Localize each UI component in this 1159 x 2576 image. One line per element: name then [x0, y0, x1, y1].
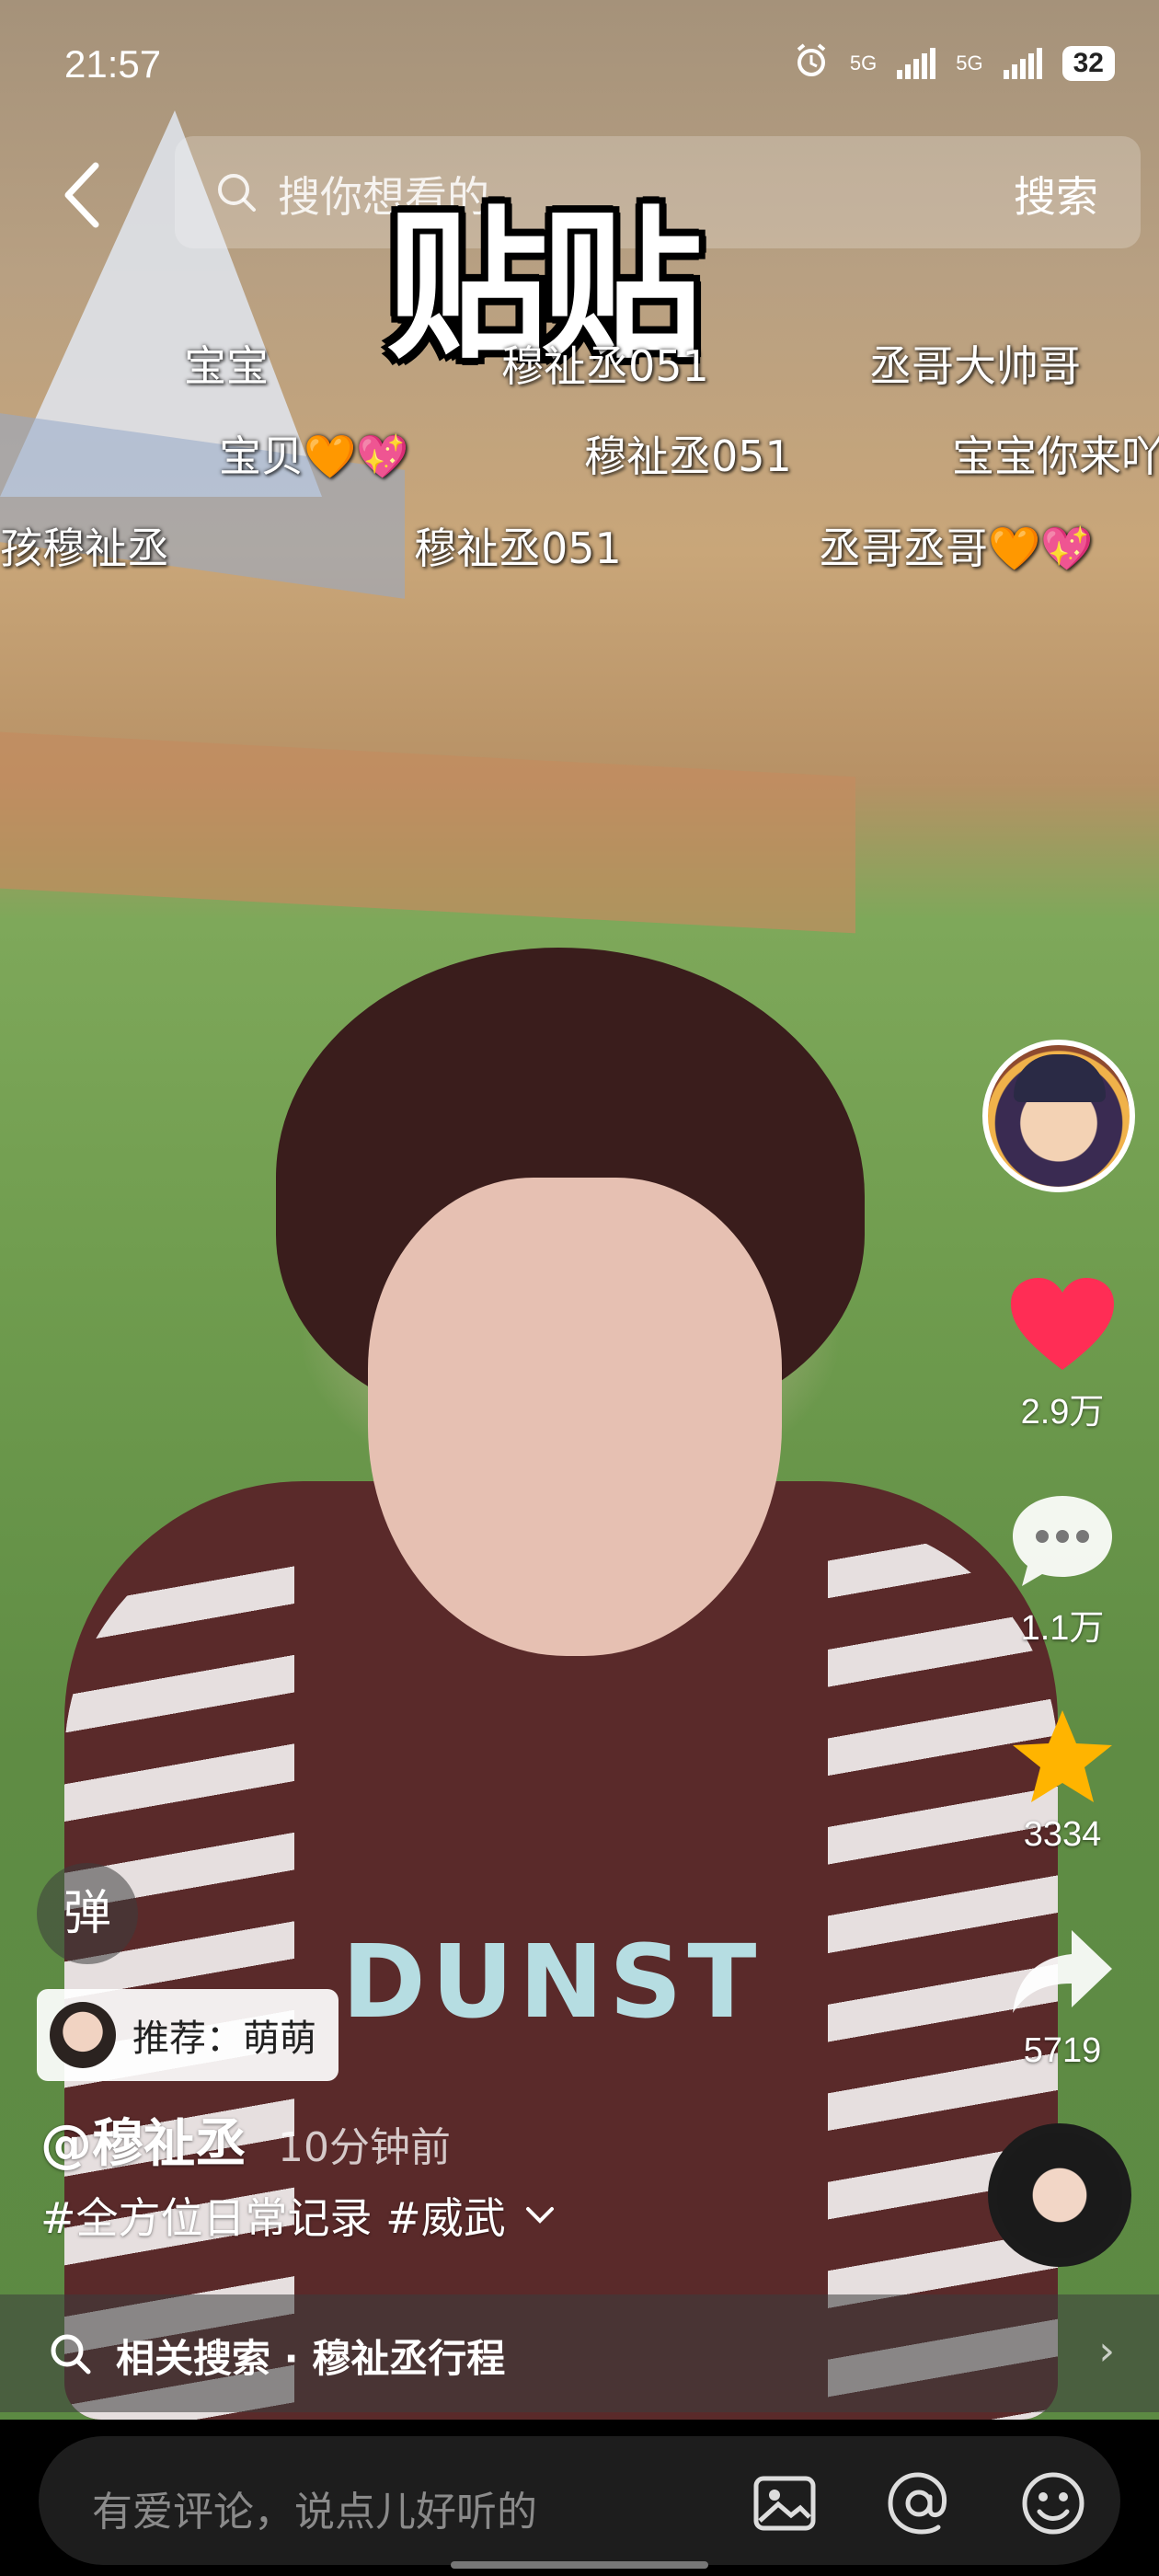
author-name-link[interactable]: @穆祉丞: [40, 2102, 247, 2177]
like-count: 2.9万: [1020, 1393, 1105, 1432]
like-button[interactable]: 2.9万: [993, 1274, 1131, 1433]
danmaku-comment: 丞哥丞哥🧡💖: [819, 523, 1094, 573]
status-icons: 5G 5G 32: [793, 42, 1115, 85]
comment-placeholder: 有爱评论，说点儿好听的: [92, 2489, 537, 2536]
related-search-bar[interactable]: 相关搜索 · 穆祉丞行程 ›: [0, 2294, 1159, 2412]
chevron-left-icon: [64, 162, 99, 228]
favorite-count: 3334: [1023, 1815, 1102, 1854]
caption-row[interactable]: #全方位日常记录 #威武: [40, 2185, 556, 2246]
comment-bubble-icon: [1013, 1496, 1112, 1586]
heart-icon: [1011, 1278, 1114, 1370]
danmaku-comment: 宝宝: [184, 341, 269, 391]
author-row: @穆祉丞 10分钟前: [40, 2102, 451, 2177]
search-icon: [218, 174, 256, 212]
caption-hashtags[interactable]: #全方位日常记录 #威武: [40, 2185, 506, 2246]
person-face: [368, 1178, 782, 1656]
network-label-2: 5G: [956, 52, 983, 75]
share-arrow-icon: [1013, 1930, 1112, 2013]
chevron-down-icon[interactable]: [524, 2205, 556, 2225]
image-icon[interactable]: [751, 2469, 819, 2537]
related-search-query: 穆祉丞行程: [312, 2336, 506, 2381]
back-button[interactable]: [55, 158, 110, 232]
search-icon: [51, 2334, 91, 2375]
related-search-separator: ·: [283, 2336, 299, 2381]
home-indicator[interactable]: [451, 2561, 708, 2569]
avatar-hat: [1014, 1054, 1106, 1102]
chevron-right-icon: ›: [1098, 2328, 1115, 2375]
related-search-label: 相关搜索: [116, 2336, 271, 2381]
danmaku-comment: 穆祉丞051: [584, 431, 792, 481]
creator-avatar[interactable]: [982, 1040, 1135, 1192]
shirt-print-text: DUNST: [341, 1923, 763, 2041]
alarm-icon: [793, 42, 830, 85]
comment-count: 1.1万: [1020, 1609, 1105, 1648]
signal-icon-2: [1003, 48, 1042, 79]
recommend-chip[interactable]: 推荐：萌萌: [37, 1989, 339, 2081]
comment-bar: 有爱评论，说点儿好听的: [0, 2420, 1159, 2576]
recommend-label: 推荐：萌萌: [132, 2018, 316, 2060]
network-label-1: 5G: [849, 52, 878, 75]
status-time: 21:57: [64, 42, 162, 86]
post-time: 10分钟前: [278, 2124, 451, 2171]
music-disc[interactable]: [988, 2123, 1131, 2267]
danmaku-comment: 丞哥大帅哥: [869, 341, 1081, 391]
search-button[interactable]: 搜索: [1014, 164, 1098, 224]
danmaku-comment: 宝贝🧡💖: [219, 431, 409, 481]
related-search-text: 相关搜索 · 穆祉丞行程: [116, 2328, 505, 2384]
share-count: 5719: [1023, 2031, 1102, 2070]
background-deck: [0, 731, 855, 934]
danmaku-comment: 穆祉丞051: [414, 523, 622, 573]
danmaku-comment: 孩穆祉丞: [0, 523, 169, 573]
status-bar: 21:57 5G 5G 32: [0, 37, 1159, 101]
favorite-button[interactable]: 3334: [993, 1707, 1131, 1855]
danmaku-toggle-button[interactable]: 弹: [37, 1863, 138, 1964]
danmaku-comment: 穆祉丞051: [501, 341, 709, 391]
comment-button[interactable]: 1.1万: [993, 1490, 1131, 1650]
share-button[interactable]: 5719: [993, 1923, 1131, 2071]
recommend-avatar: [50, 2002, 116, 2068]
signal-icon-1: [897, 48, 936, 79]
comment-input[interactable]: 有爱评论，说点儿好听的: [39, 2436, 1120, 2565]
at-icon[interactable]: [885, 2469, 953, 2537]
star-icon: [1013, 1710, 1112, 1802]
battery-level: 32: [1061, 46, 1115, 81]
emoji-icon[interactable]: [1019, 2469, 1087, 2537]
danmaku-comment: 宝宝你来吖: [952, 431, 1159, 481]
